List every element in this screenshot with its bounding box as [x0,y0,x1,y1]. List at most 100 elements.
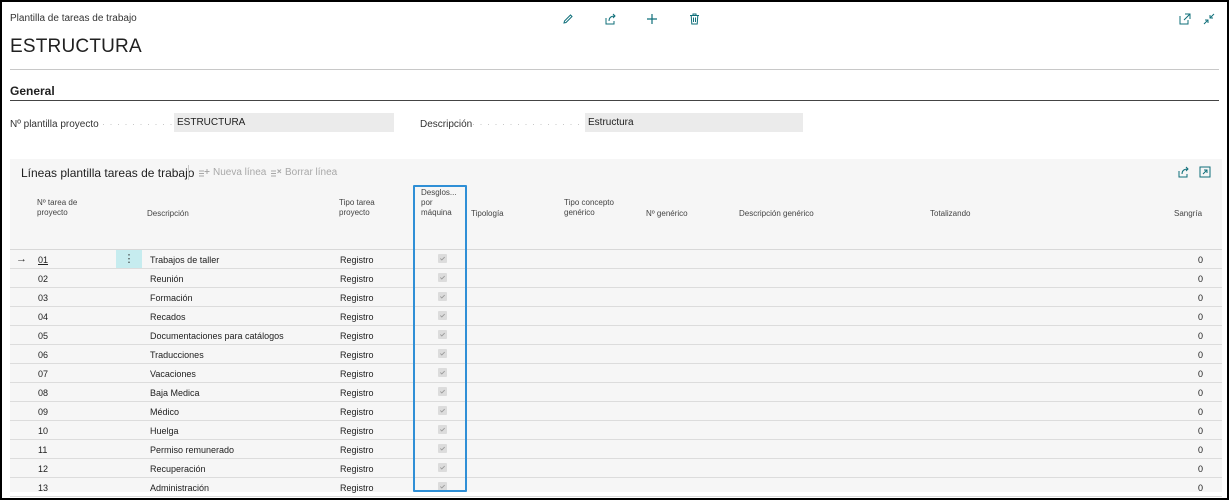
description-cell[interactable]: Traducciones [150,350,204,360]
edit-button[interactable] [547,10,589,28]
task-no-cell[interactable]: 02 [38,274,48,284]
breakdown-checkbox[interactable] [438,330,447,339]
table-row[interactable]: 08 Baja Medica Registro 0 [10,383,1222,402]
delete-button[interactable] [673,10,715,28]
table-row[interactable]: 05 Documentaciones para catálogos Registro… [10,326,1222,345]
breakdown-checkbox[interactable] [438,482,447,491]
column-header-indent[interactable]: Sangría [1174,209,1202,219]
indent-cell[interactable]: 0 [1198,369,1203,379]
task-type-cell[interactable]: Registro [340,369,374,379]
description-cell[interactable]: Administración [150,483,209,493]
breakdown-checkbox[interactable] [438,406,447,415]
breakdown-checkbox[interactable] [438,311,447,320]
lines-share-button[interactable] [1176,165,1190,179]
task-no-cell[interactable]: 07 [38,369,48,379]
indent-cell[interactable]: 0 [1198,350,1203,360]
description-cell[interactable]: Vacaciones [150,369,196,379]
template-no-field[interactable]: ESTRUCTURA [174,113,394,132]
task-type-cell[interactable]: Registro [340,255,374,265]
table-row[interactable]: 12 Recuperación Registro 0 [10,459,1222,478]
indent-cell[interactable]: 0 [1198,331,1203,341]
breakdown-checkbox[interactable] [438,463,447,472]
task-type-cell[interactable]: Registro [340,483,374,493]
task-no-cell[interactable]: 01 [38,255,48,265]
indent-cell[interactable]: 0 [1198,445,1203,455]
table-row[interactable]: 09 Médico Registro 0 [10,402,1222,421]
task-no-cell[interactable]: 06 [38,350,48,360]
task-no-cell[interactable]: 03 [38,293,48,303]
description-cell[interactable]: Permiso remunerado [150,445,234,455]
breakdown-checkbox[interactable] [438,387,447,396]
column-header-breakdown[interactable]: Desglos... por máquina [421,188,457,218]
task-type-cell[interactable]: Registro [340,445,374,455]
table-row[interactable]: 11 Permiso remunerado Registro 0 [10,440,1222,459]
general-section-title[interactable]: General [10,84,55,98]
column-header-task-no[interactable]: Nº tarea de proyecto [37,198,77,218]
new-line-button[interactable]: Nueva línea [198,167,266,178]
table-row[interactable]: 03 Formación Registro 0 [10,288,1222,307]
column-header-task-type[interactable]: Tipo tarea proyecto [339,198,375,218]
indent-cell[interactable]: 0 [1198,312,1203,322]
task-type-cell[interactable]: Registro [340,312,374,322]
indent-cell[interactable]: 0 [1198,483,1203,493]
task-no-cell[interactable]: 13 [38,483,48,493]
indent-cell[interactable]: 0 [1198,426,1203,436]
table-row[interactable]: 13 Administración Registro 0 [10,478,1222,497]
indent-cell[interactable]: 0 [1198,255,1203,265]
table-row[interactable]: 06 Traducciones Registro 0 [10,345,1222,364]
breakdown-checkbox[interactable] [438,368,447,377]
indent-cell[interactable]: 0 [1198,407,1203,417]
description-cell[interactable]: Baja Medica [150,388,200,398]
column-header-generic-description[interactable]: Descripción genérico [739,209,814,219]
indent-cell[interactable]: 0 [1198,388,1203,398]
task-type-cell[interactable]: Registro [340,331,374,341]
task-no-cell[interactable]: 05 [38,331,48,341]
row-menu-button[interactable]: ⋮ [116,250,142,268]
column-header-description[interactable]: Descripción [147,209,189,219]
description-field[interactable]: Estructura [585,113,803,132]
description-cell[interactable]: Huelga [150,426,179,436]
task-type-cell[interactable]: Registro [340,350,374,360]
new-button[interactable] [631,10,673,28]
task-no-cell[interactable]: 04 [38,312,48,322]
task-type-cell[interactable]: Registro [340,464,374,474]
task-no-cell[interactable]: 12 [38,464,48,474]
column-header-generic-type[interactable]: Tipo concepto genérico [564,198,614,218]
breakdown-checkbox[interactable] [438,292,447,301]
column-header-totaling[interactable]: Totalizando [930,209,970,219]
indent-cell[interactable]: 0 [1198,293,1203,303]
indent-cell[interactable]: 0 [1198,274,1203,284]
lines-title[interactable]: Líneas plantilla tareas de trabajo [21,166,194,180]
column-header-generic-no[interactable]: Nº genérico [646,209,688,219]
open-new-window-button[interactable] [1177,11,1193,27]
delete-line-button[interactable]: Borrar línea [270,167,337,178]
description-cell[interactable]: Documentaciones para catálogos [150,331,284,341]
task-type-cell[interactable]: Registro [340,293,374,303]
breakdown-checkbox[interactable] [438,444,447,453]
indent-cell[interactable]: 0 [1198,464,1203,474]
table-row[interactable]: 07 Vacaciones Registro 0 [10,364,1222,383]
table-row[interactable]: 02 Reunión Registro 0 [10,269,1222,288]
task-type-cell[interactable]: Registro [340,274,374,284]
task-no-cell[interactable]: 09 [38,407,48,417]
breakdown-checkbox[interactable] [438,349,447,358]
task-no-cell[interactable]: 08 [38,388,48,398]
description-cell[interactable]: Trabajos de taller [150,255,219,265]
lines-expand-button[interactable] [1198,165,1212,179]
description-cell[interactable]: Recados [150,312,186,322]
breakdown-checkbox[interactable] [438,425,447,434]
description-cell[interactable]: Formación [150,293,193,303]
task-type-cell[interactable]: Registro [340,407,374,417]
task-no-cell[interactable]: 11 [38,445,47,455]
table-row[interactable]: → 01 ⋮ Trabajos de taller Registro 0 [10,250,1222,269]
column-header-typology[interactable]: Tipología [471,209,504,219]
share-button[interactable] [589,10,631,28]
breakdown-checkbox[interactable] [438,254,447,263]
description-cell[interactable]: Recuperación [150,464,206,474]
task-type-cell[interactable]: Registro [340,388,374,398]
task-no-cell[interactable]: 10 [38,426,48,436]
breakdown-checkbox[interactable] [438,273,447,282]
collapse-button[interactable] [1201,11,1217,27]
table-row[interactable]: 10 Huelga Registro 0 [10,421,1222,440]
description-cell[interactable]: Médico [150,407,179,417]
